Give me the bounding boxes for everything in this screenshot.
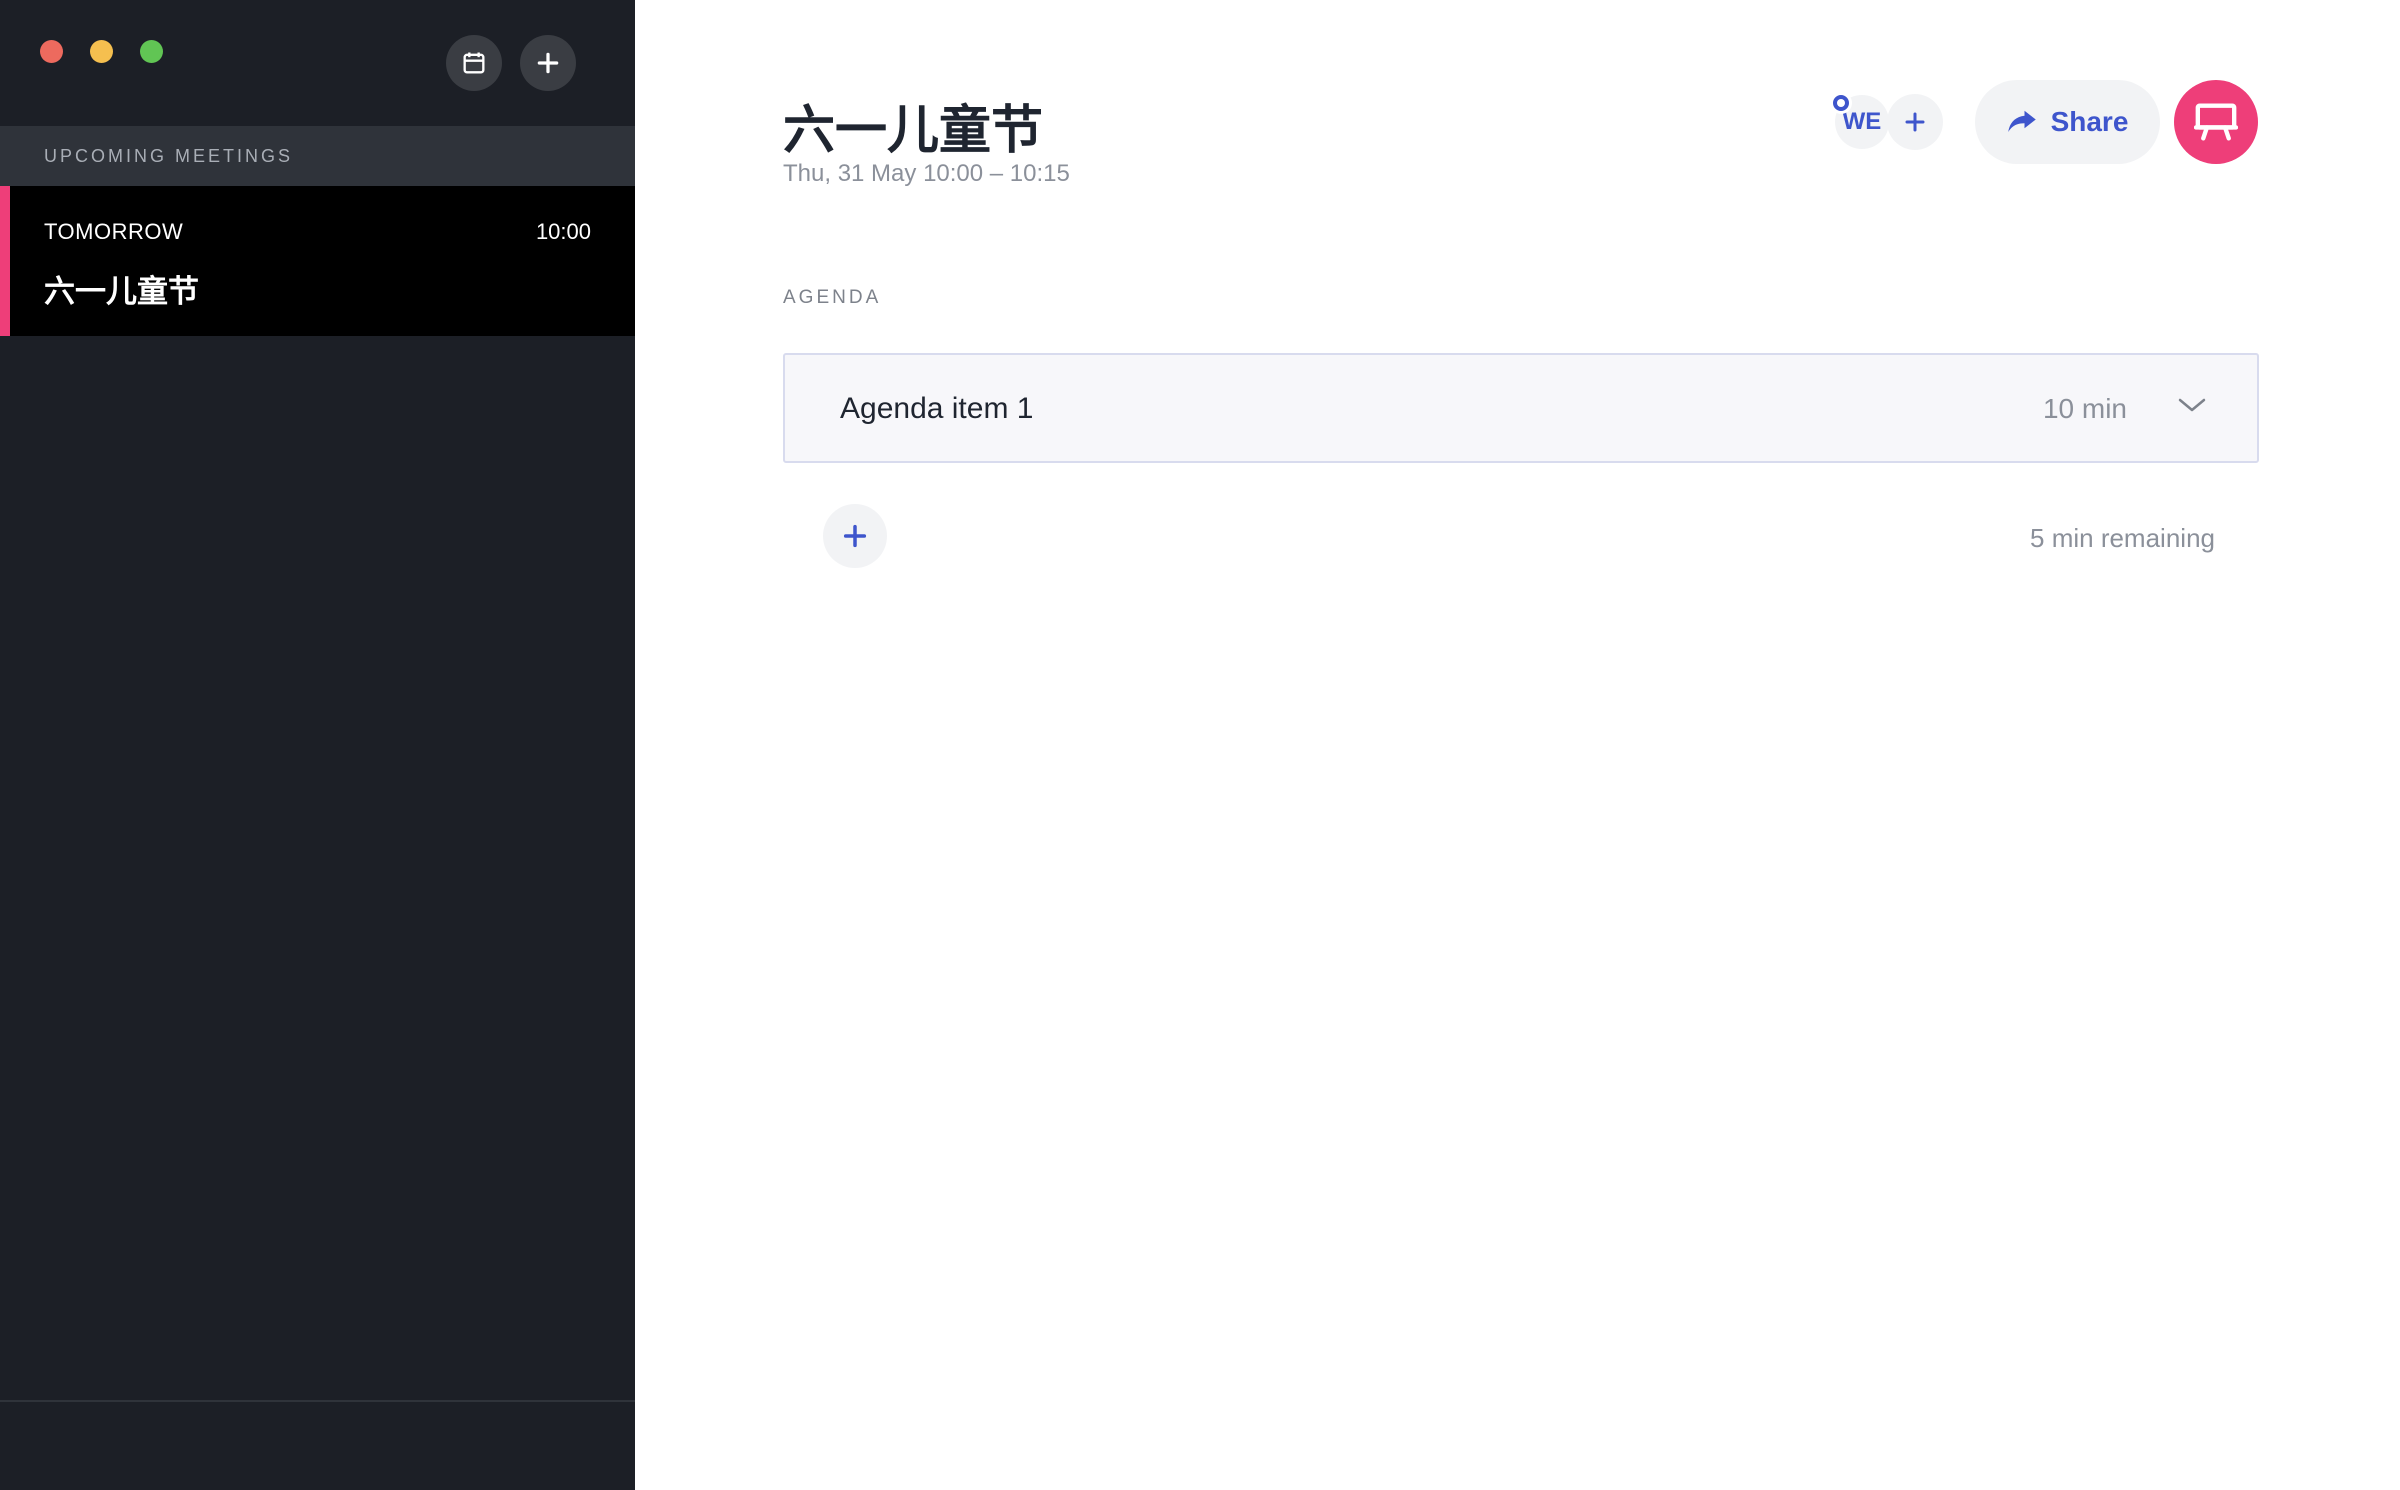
add-agenda-item-button[interactable]	[823, 504, 887, 568]
meeting-date: Thu, 31 May 10:00 – 10:15	[783, 160, 1070, 187]
agenda-label: AGENDA	[783, 287, 882, 308]
agenda-item[interactable]: Agenda item 1 10 min	[783, 353, 2259, 463]
agenda-item-name[interactable]: Agenda item 1	[840, 392, 1033, 426]
share-arrow-icon	[2007, 110, 2036, 132]
share-button[interactable]: Share	[1975, 80, 2160, 164]
meeting-detail: 六一儿童节 Thu, 31 May 10:00 – 10:15 WE Share…	[635, 0, 2400, 1490]
upcoming-meetings-header: UPCOMING MEETINGS	[0, 126, 635, 186]
plus-icon	[537, 52, 559, 74]
present-button[interactable]	[2174, 80, 2258, 164]
sidebar: UPCOMING MEETINGS TOMORROW 10:00 六一儿童节	[0, 0, 635, 1490]
avatar-initials: WE	[1842, 108, 1882, 135]
window-minimize-button[interactable]	[90, 40, 113, 63]
share-label: Share	[2050, 106, 2129, 137]
sidebar-divider	[0, 1400, 635, 1402]
meeting-time: 10:00	[535, 219, 591, 244]
plus-icon	[1905, 112, 1925, 132]
time-remaining: 5 min remaining	[2030, 523, 2215, 553]
calendar-icon	[463, 52, 485, 74]
window-maximize-button[interactable]	[140, 40, 163, 63]
meeting-when: TOMORROW	[44, 219, 184, 244]
presentation-screen-icon	[2194, 103, 2238, 141]
selected-indicator	[0, 186, 10, 336]
new-meeting-button[interactable]	[520, 35, 576, 91]
organizer-badge-icon	[1830, 92, 1852, 114]
agenda-item-duration[interactable]: 10 min	[2043, 393, 2127, 425]
chevron-down-icon[interactable]	[2177, 395, 2207, 420]
meeting-list-item[interactable]: TOMORROW 10:00 六一儿童节	[0, 186, 635, 336]
plus-icon	[843, 524, 867, 548]
page-title: 六一儿童节	[783, 102, 1044, 160]
meeting-list-title: 六一儿童节	[44, 274, 199, 309]
add-participant-button[interactable]	[1887, 94, 1943, 150]
window-close-button[interactable]	[40, 40, 63, 63]
calendar-button[interactable]	[446, 35, 502, 91]
